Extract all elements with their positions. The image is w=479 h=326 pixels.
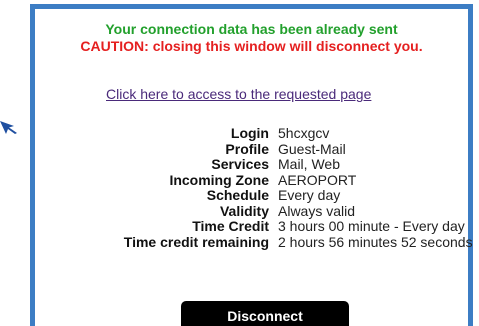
info-label: Schedule: [206, 187, 269, 203]
info-row-time-credit: Time Credit 3 hours 00 minute - Every da…: [35, 218, 468, 235]
info-value: 2 hours 56 minutes 52 seconds: [278, 233, 473, 250]
info-value: 3 hours 00 minute - Every day: [278, 218, 465, 234]
connection-sent-message: Your connection data has been already se…: [105, 21, 398, 37]
info-label: Login: [230, 125, 269, 141]
info-row-schedule: Schedule Every day: [35, 187, 468, 204]
info-row-profile: Profile Guest-Mail: [35, 140, 468, 158]
connection-info-table: Login 5hcxgcv Profile Guest-Mail Service…: [35, 125, 473, 251]
info-label: Profile: [225, 140, 269, 157]
info-value: AEROPORT: [278, 171, 357, 188]
info-label: Time credit remaining: [123, 233, 269, 250]
info-row-services: Services Mail, Web: [35, 156, 468, 173]
info-label: Incoming Zone: [169, 171, 269, 188]
connection-panel: Your connection data has been already se…: [30, 4, 473, 326]
info-value: 5hcxgcv: [278, 125, 330, 141]
page: Your connection data has been already se…: [0, 0, 479, 326]
disconnect-button[interactable]: Disconnect: [181, 301, 349, 326]
info-value: Always valid: [278, 202, 356, 219]
info-label: Validity: [219, 202, 269, 219]
info-row-incoming-zone: Incoming Zone AEROPORT: [35, 171, 468, 189]
arrow-pointer-icon: [0, 121, 17, 134]
info-row-time-credit-remaining: Time credit remaining 2 hours 56 minutes…: [35, 234, 473, 251]
info-row-validity: Validity Always valid: [35, 202, 468, 220]
info-label: Services: [211, 156, 269, 172]
caution-message: CAUTION: closing this window will discon…: [80, 38, 423, 54]
info-value: Every day: [278, 187, 341, 203]
info-label: Time Credit: [192, 218, 269, 234]
info-value: Mail, Web: [278, 156, 340, 172]
info-row-login: Login 5hcxgcv: [35, 125, 468, 142]
info-value: Guest-Mail: [278, 140, 346, 157]
access-requested-page-link[interactable]: Click here to access to the requested pa…: [106, 86, 371, 102]
